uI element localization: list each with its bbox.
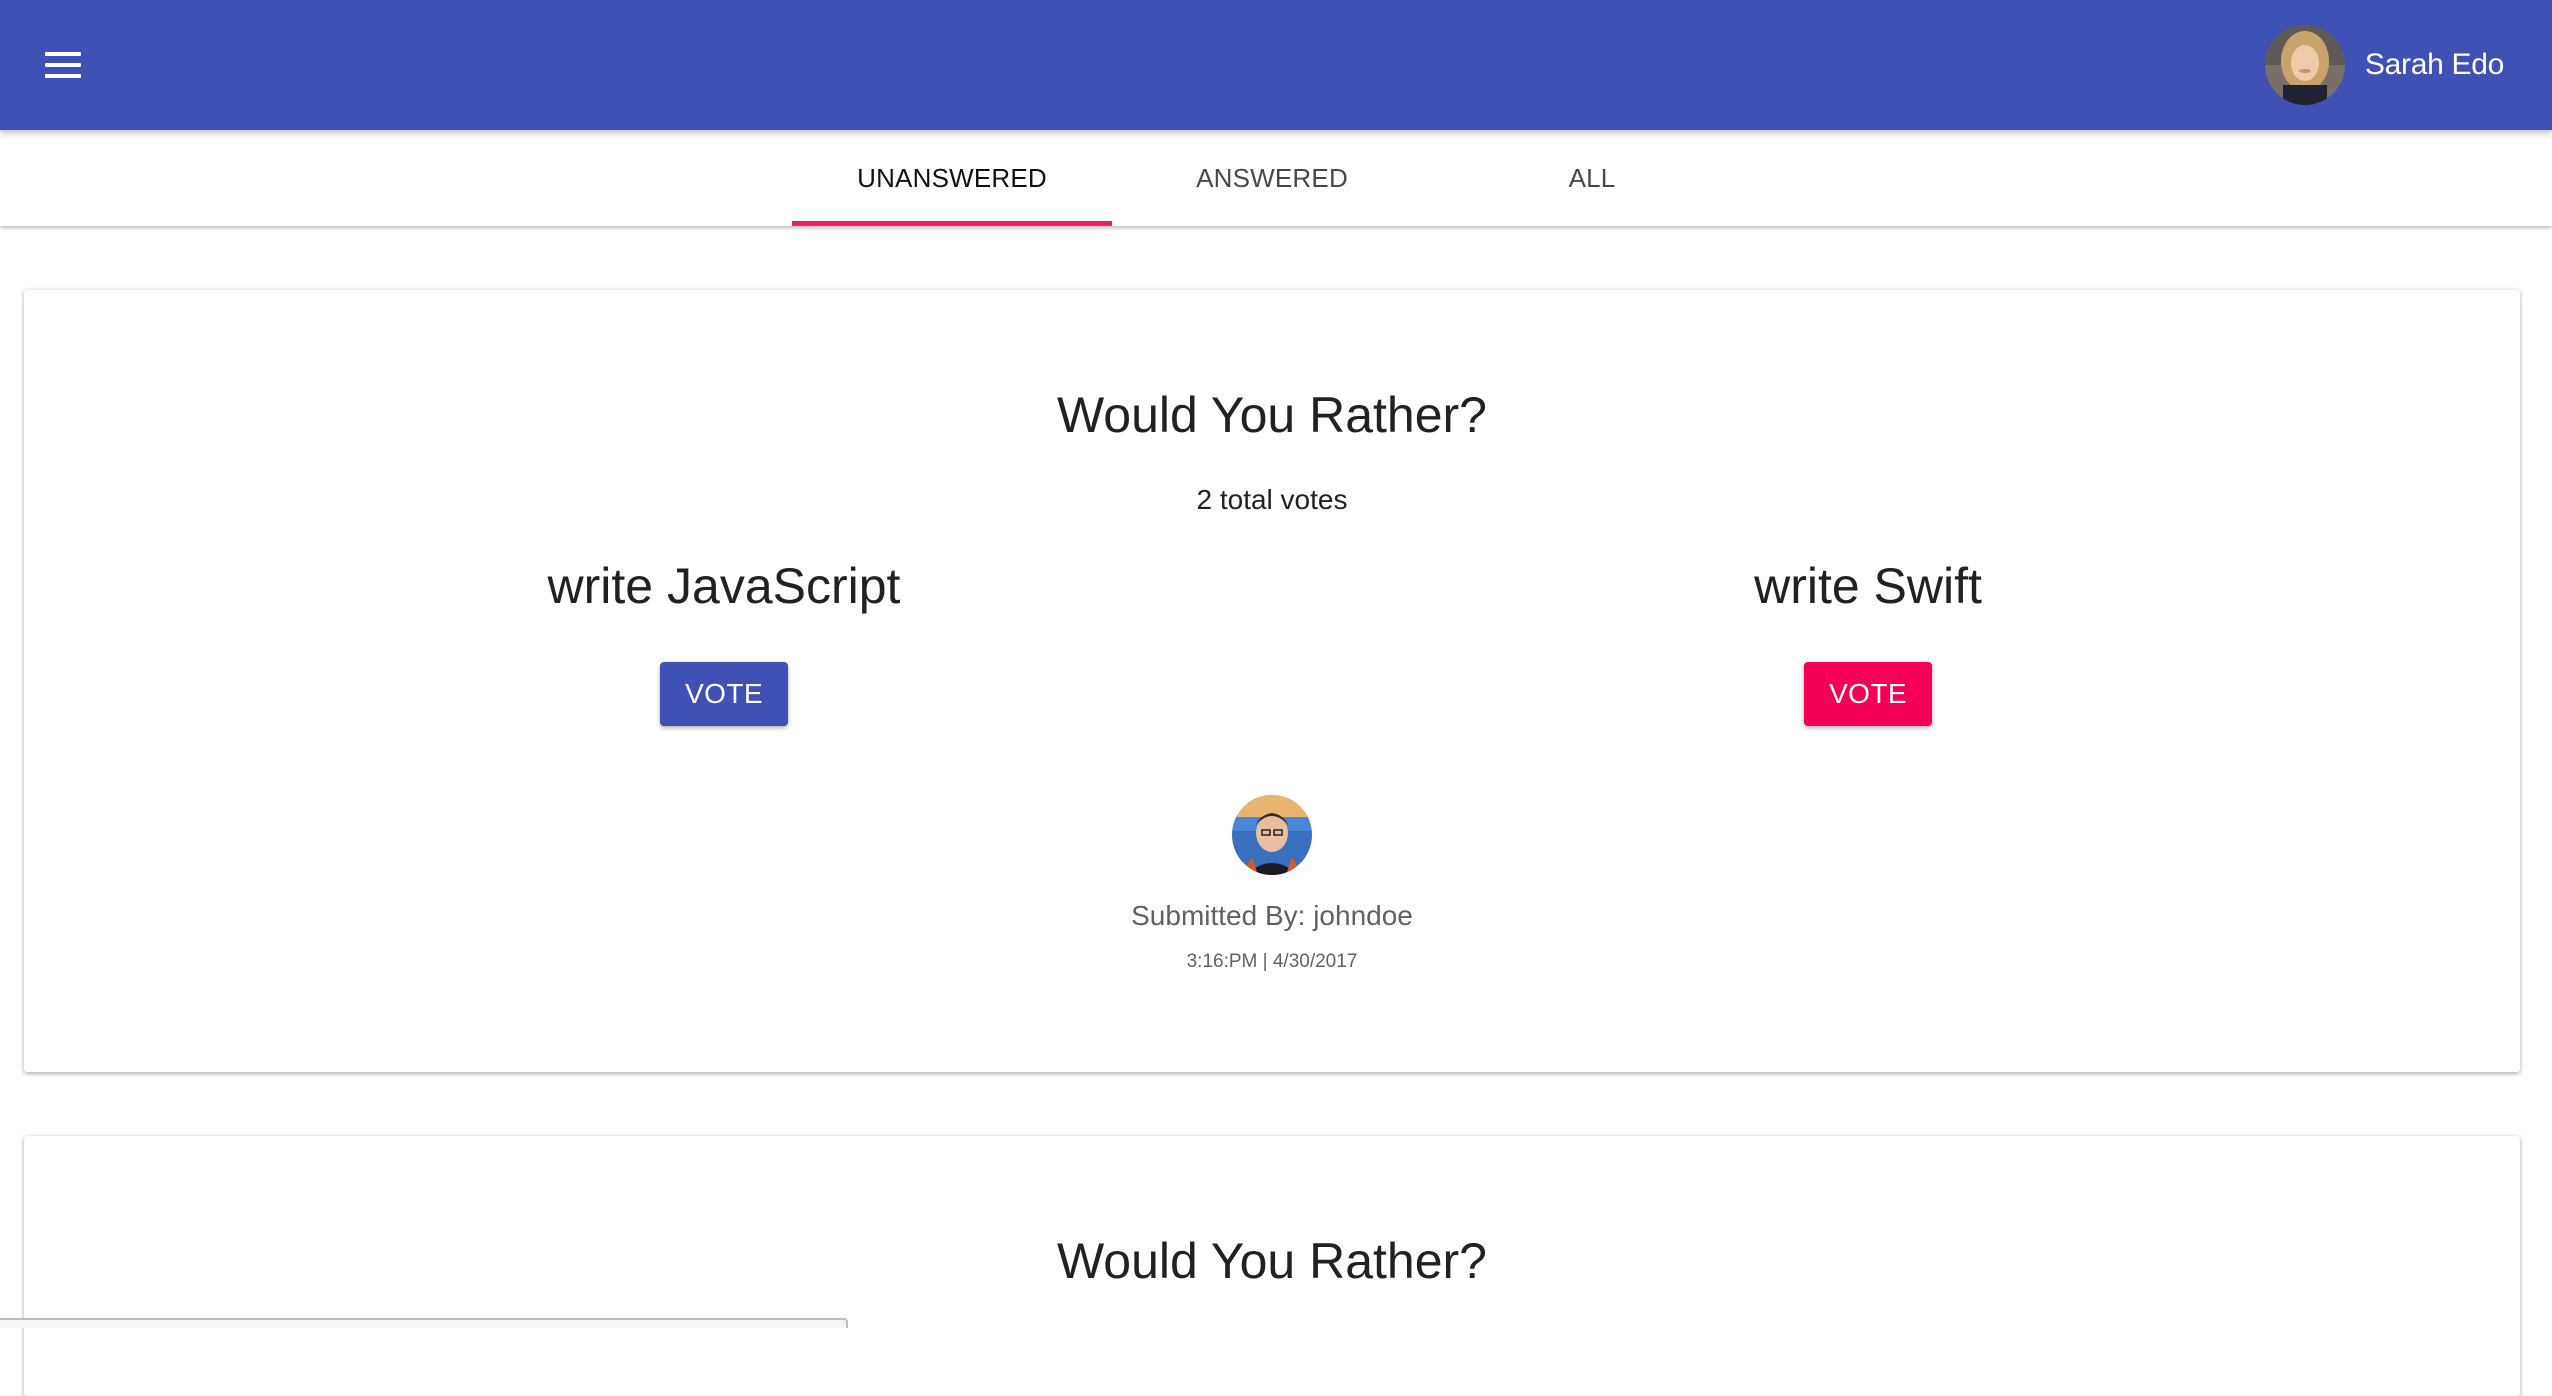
active-tab-indicator [792, 221, 1112, 226]
vote-option-a-button[interactable]: VOTE [660, 662, 788, 726]
submission-timestamp: 3:16:PM | 4/30/2017 [1186, 951, 1358, 972]
option-b: write Swift VOTE [1468, 556, 2268, 726]
tab-answered[interactable]: ANSWERED [1112, 130, 1432, 226]
option-b-text: write Swift [1754, 558, 1982, 614]
total-votes: 2 total votes [1196, 484, 1348, 515]
user-profile[interactable]: Sarah Edo [2264, 24, 2504, 106]
app-bar: Sarah Edo [0, 0, 2552, 130]
tab-all[interactable]: ALL [1432, 130, 1752, 226]
option-a: write JavaScript VOTE [324, 556, 1124, 726]
author-avatar [1232, 795, 1312, 875]
user-avatar[interactable] [2264, 25, 2345, 105]
hamburger-menu-icon[interactable] [36, 38, 90, 92]
question-card: Would You Rather? [24, 1136, 2520, 1396]
submitted-by: Submitted By: johndoe [1131, 900, 1413, 931]
question-tabs: UNANSWERED ANSWERED ALL [0, 130, 2552, 226]
horizontal-scrollbar[interactable] [0, 1318, 848, 1328]
question-title: Would You Rather? [1057, 387, 1487, 443]
option-a-text: write JavaScript [547, 558, 901, 614]
vote-option-b-button[interactable]: VOTE [1804, 662, 1932, 726]
tab-unanswered[interactable]: UNANSWERED [792, 130, 1112, 226]
user-name: Sarah Edo [2364, 48, 2504, 81]
question-title: Would You Rather? [1057, 1233, 1487, 1289]
question-card: Would You Rather? 2 total votes write Ja… [24, 290, 2520, 1072]
